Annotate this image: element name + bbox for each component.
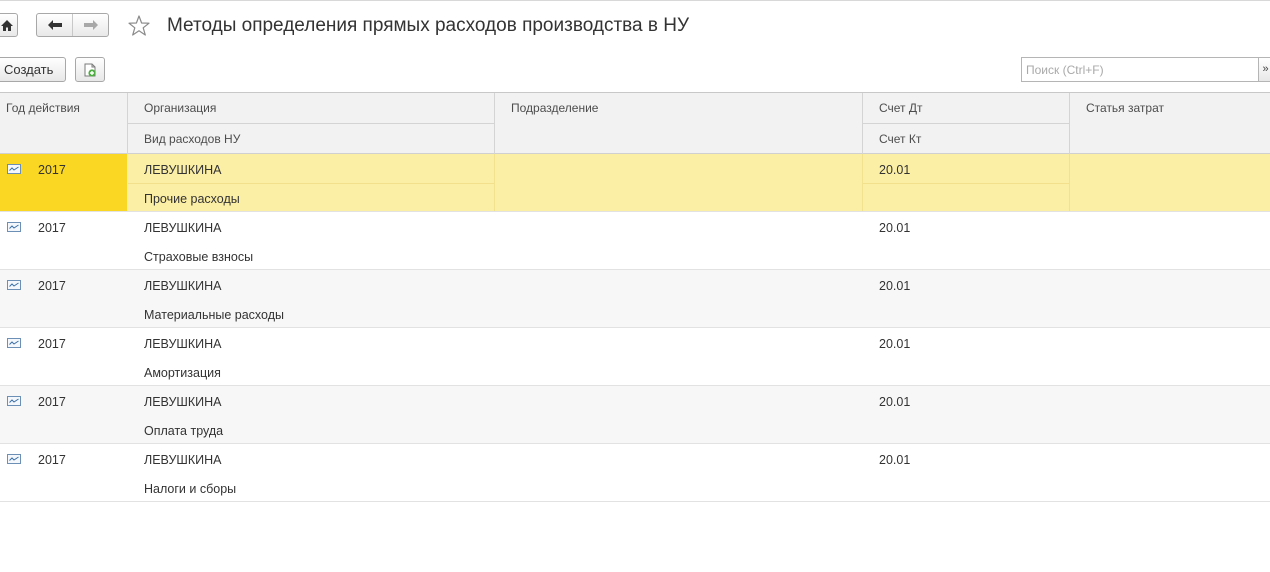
cell-expense-type: Оплата труда: [144, 424, 224, 438]
cell-account-dt: 20.01: [879, 453, 911, 467]
cell-account-dt: 20.01: [879, 279, 911, 293]
column-divider: [494, 93, 495, 154]
header-subdivider: [128, 123, 494, 124]
record-icon: [7, 338, 21, 348]
cell-year: 2017: [38, 453, 66, 467]
cell-year: 2017: [38, 163, 66, 177]
top-border: [0, 0, 1270, 1]
column-divider: [1069, 93, 1070, 154]
record-icon: [7, 164, 21, 174]
table-row[interactable]: 2017 ЛЕВУШКИНА Налоги и сборы 20.01: [0, 444, 1270, 502]
cell-year: 2017: [38, 279, 66, 293]
table-row[interactable]: 2017 ЛЕВУШКИНА Амортизация 20.01: [0, 328, 1270, 386]
header-expense-type[interactable]: Вид расходов НУ: [144, 124, 240, 154]
cell-organization: ЛЕВУШКИНА: [144, 279, 222, 293]
header-cost-item[interactable]: Статья затрат: [1086, 93, 1164, 123]
arrow-left-icon: [47, 20, 62, 30]
cell-account-dt: 20.01: [879, 163, 911, 177]
row-subdivider: [863, 183, 1069, 184]
copy-button[interactable]: [75, 57, 105, 82]
cell-account-dt: 20.01: [879, 221, 911, 235]
header-account-dt[interactable]: Счет Дт: [879, 93, 923, 123]
cell-account-dt: 20.01: [879, 395, 911, 409]
cell-expense-type: Материальные расходы: [144, 308, 284, 322]
cell-year: 2017: [38, 395, 66, 409]
search-input[interactable]: [1021, 57, 1259, 82]
cell-expense-type: Прочие расходы: [144, 192, 240, 206]
home-icon: [1, 19, 13, 31]
header-year[interactable]: Год действия: [6, 93, 80, 123]
cell-expense-type: Страховые взносы: [144, 250, 254, 264]
header-account-kt[interactable]: Счет Кт: [879, 124, 921, 154]
back-button[interactable]: [37, 14, 72, 36]
create-button[interactable]: Создать: [0, 57, 66, 82]
navigation-buttons: [36, 13, 109, 37]
column-divider: [1069, 154, 1070, 211]
record-icon: [7, 454, 21, 464]
record-icon: [7, 222, 21, 232]
page-title: Методы определения прямых расходов произ…: [167, 15, 690, 36]
forward-button[interactable]: [72, 14, 108, 36]
more-button[interactable]: »: [1259, 57, 1270, 82]
record-icon: [7, 280, 21, 290]
header-organization[interactable]: Организация: [144, 93, 216, 123]
cell-organization: ЛЕВУШКИНА: [144, 395, 222, 409]
cell-expense-type: Амортизация: [144, 366, 221, 380]
table-row[interactable]: 2017 ЛЕВУШКИНА Прочие расходы 20.01: [0, 154, 1270, 212]
column-divider: [494, 154, 495, 211]
header-subdivider: [863, 123, 1069, 124]
favorite-button[interactable]: [127, 14, 151, 38]
cell-organization: ЛЕВУШКИНА: [144, 337, 222, 351]
cell-year: 2017: [38, 221, 66, 235]
table-header: Год действия Организация Вид расходов НУ…: [0, 92, 1270, 154]
home-button[interactable]: [0, 13, 18, 37]
cell-account-dt: 20.01: [879, 337, 911, 351]
table-row[interactable]: 2017 ЛЕВУШКИНА Страховые взносы 20.01: [0, 212, 1270, 270]
cell-organization: ЛЕВУШКИНА: [144, 221, 222, 235]
copy-document-icon: [84, 63, 96, 77]
arrow-right-icon: [83, 20, 98, 30]
cell-expense-type: Налоги и сборы: [144, 482, 237, 496]
record-icon: [7, 396, 21, 406]
row-subdivider: [128, 183, 494, 184]
cell-organization: ЛЕВУШКИНА: [144, 163, 222, 177]
header-division[interactable]: Подразделение: [511, 93, 598, 123]
table-row[interactable]: 2017 ЛЕВУШКИНА Материальные расходы 20.0…: [0, 270, 1270, 328]
star-icon: [128, 15, 150, 36]
cell-year: 2017: [38, 337, 66, 351]
data-table: Год действия Организация Вид расходов НУ…: [0, 92, 1270, 502]
table-row[interactable]: 2017 ЛЕВУШКИНА Оплата труда 20.01: [0, 386, 1270, 444]
cell-organization: ЛЕВУШКИНА: [144, 453, 222, 467]
